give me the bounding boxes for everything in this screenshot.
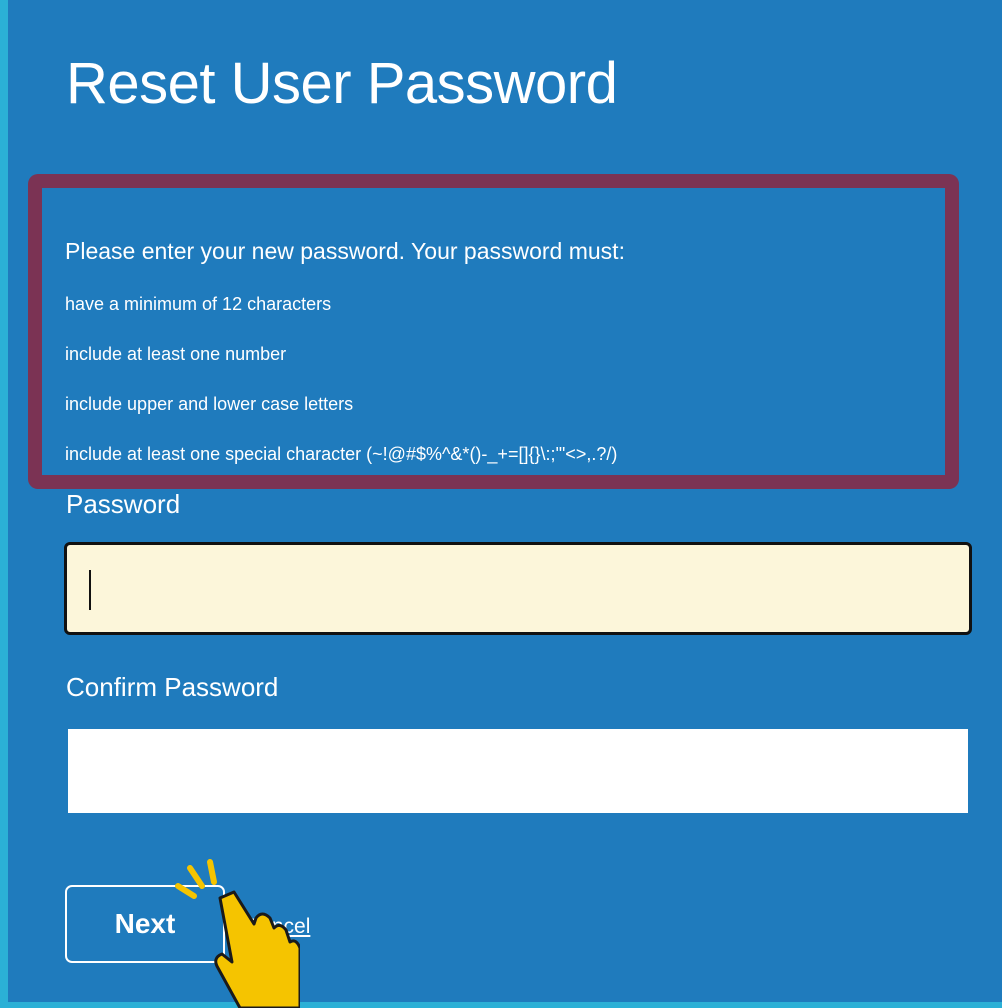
requirements-intro: Please enter your new password. Your pas… [65, 238, 625, 264]
requirement-number: include at least one number [65, 344, 287, 364]
text-caret [89, 570, 91, 610]
confirm-password-input[interactable] [68, 729, 968, 813]
requirement-min-length: have a minimum of 12 characters [65, 294, 332, 314]
confirm-password-label: Confirm Password [66, 672, 279, 702]
requirement-case: include upper and lower case letters [65, 394, 354, 414]
requirement-special-char: include at least one special character (… [65, 444, 618, 464]
password-requirements-box: Please enter your new password. Your pas… [28, 174, 959, 489]
reset-password-panel: Reset User Password Please enter your ne… [8, 0, 1002, 1002]
hand-pointer-icon [175, 859, 300, 1008]
password-label: Password [66, 489, 181, 519]
password-input[interactable] [64, 542, 972, 635]
page-title: Reset User Password [66, 51, 618, 116]
